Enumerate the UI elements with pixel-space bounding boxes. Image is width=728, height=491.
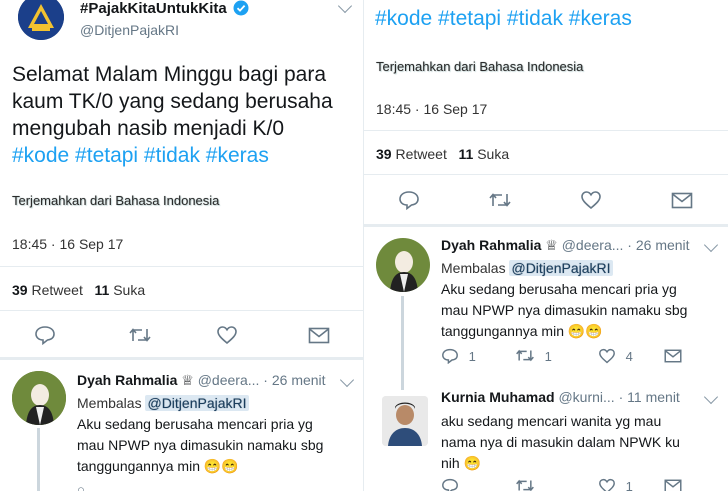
replying-to: Membalas @DitjenPajakRI bbox=[441, 260, 613, 276]
dm-envelope-icon[interactable] bbox=[308, 327, 330, 349]
tweet-text: Selamat Malam Minggu bagi para kaum TK/0… bbox=[12, 61, 362, 169]
chevron-down-icon[interactable] bbox=[339, 372, 355, 388]
reply-header[interactable]: Dyah Rahmalia ♕ @deera... · 26 menit bbox=[77, 372, 326, 389]
ditjenpajak-logo-avatar[interactable] bbox=[18, 0, 64, 40]
translate-link[interactable]: Terjemahkan dari Bahasa Indonesia bbox=[12, 193, 219, 208]
retweet-action[interactable]: 1 bbox=[515, 348, 552, 364]
retweet-icon[interactable] bbox=[488, 191, 512, 214]
chevron-down-icon[interactable] bbox=[337, 0, 353, 14]
account-name[interactable]: #PajakKitaUntukKita bbox=[80, 0, 249, 20]
reply-header[interactable]: Dyah Rahmalia ♕ @deera... · 26 menit bbox=[441, 237, 690, 254]
replying-to: Membalas @DitjenPajakRI bbox=[77, 395, 249, 411]
dm-envelope-icon[interactable] bbox=[664, 349, 682, 368]
mention-link[interactable]: @DitjenPajakRI bbox=[145, 395, 249, 411]
reply-avatar[interactable] bbox=[12, 371, 66, 425]
reply-action[interactable]: 1 bbox=[441, 348, 476, 365]
account-handle[interactable]: @DitjenPajakRI bbox=[80, 22, 179, 38]
left-screenshot: #PajakKitaUntukKita @DitjenPajakRI Selam… bbox=[0, 0, 364, 491]
chevron-down-icon[interactable] bbox=[703, 237, 719, 253]
reply-avatar[interactable] bbox=[376, 238, 430, 292]
reply-text: aku sedang mencari wanita yg mau nama ny… bbox=[441, 413, 680, 471]
crown-badge-icon: ♕ bbox=[545, 237, 558, 253]
tweet-timestamp[interactable]: 18:45 · 16 Sep 17 bbox=[12, 236, 123, 252]
reply-text: Aku sedang berusaha mencari pria yg mau … bbox=[77, 416, 324, 474]
crown-badge-icon: ♕ bbox=[181, 372, 194, 388]
hashtags[interactable]: #kode #tetapi #tidak #keras bbox=[375, 5, 632, 32]
retweet-icon[interactable] bbox=[128, 326, 152, 349]
dm-envelope-icon[interactable] bbox=[671, 192, 693, 214]
retweet-action[interactable] bbox=[515, 478, 535, 491]
translate-link[interactable]: Terjemahkan dari Bahasa Indonesia bbox=[376, 59, 583, 74]
engagement-counts: 39 Retweet 11 Suka bbox=[376, 146, 510, 162]
right-screenshot: #kode #tetapi #tidak #keras Terjemahkan … bbox=[364, 0, 728, 491]
reply-icon[interactable] bbox=[398, 190, 420, 215]
like-icon[interactable] bbox=[580, 190, 602, 215]
reply-icon[interactable]: ○ bbox=[77, 482, 85, 491]
reply-text: Aku sedang berusaha mencari pria yg mau … bbox=[441, 281, 688, 339]
engagement-counts: 39 Retweet 11 Suka bbox=[12, 282, 146, 298]
dm-envelope-icon[interactable] bbox=[664, 479, 682, 491]
tweet-timestamp[interactable]: 18:45 · 16 Sep 17 bbox=[376, 101, 487, 117]
verified-badge-icon bbox=[233, 0, 249, 20]
reply-actions-partial: ○ bbox=[77, 482, 85, 491]
reply-avatar-kurnia[interactable] bbox=[382, 396, 428, 446]
mention-link[interactable]: @DitjenPajakRI bbox=[509, 260, 613, 276]
chevron-down-icon[interactable] bbox=[703, 389, 719, 405]
hashtags[interactable]: #kode #tetapi #tidak #keras bbox=[12, 142, 362, 169]
reply-header[interactable]: Kurnia Muhamad @kurni... · 11 menit bbox=[441, 389, 680, 405]
like-icon[interactable] bbox=[216, 325, 238, 350]
reply-action[interactable] bbox=[441, 478, 459, 491]
like-action[interactable]: 1 bbox=[598, 478, 633, 491]
like-action[interactable]: 4 bbox=[598, 348, 633, 364]
reply-icon[interactable] bbox=[34, 325, 56, 350]
